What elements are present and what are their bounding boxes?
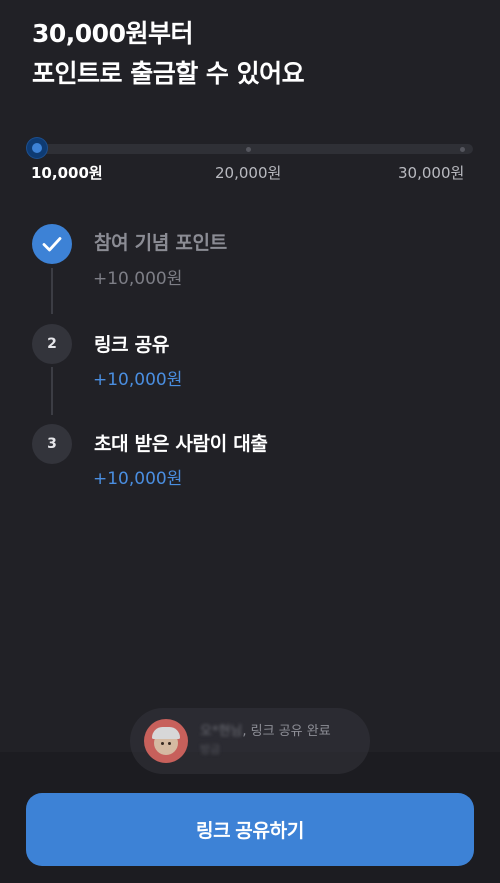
progress-knob (27, 138, 47, 158)
tick-label-30000: 30,000원 (398, 164, 465, 182)
step-1-title: 참여 기념 포인트 (94, 232, 227, 254)
page-title: 30,000원부터 포인트로 출금할 수 있어요 (32, 14, 305, 94)
tick-label-20000: 20,000원 (215, 164, 282, 182)
progress-dot-middle (246, 147, 251, 152)
avatar-eye-right (168, 742, 171, 745)
toast-message: , 링크 공유 완료 (242, 724, 331, 739)
step-2-amount: +10,000원 (93, 370, 183, 390)
step-1-marker (32, 224, 72, 264)
page: 30,000원부터 포인트로 출금할 수 있어요 10,000원 20,000원… (0, 0, 500, 883)
step-3-amount: +10,000원 (93, 469, 183, 489)
step-3-title: 초대 받은 사람이 대출 (94, 433, 268, 455)
step-connector-2 (51, 367, 53, 415)
step-2-marker: 2 (32, 324, 72, 364)
step-3-marker: 3 (32, 424, 72, 464)
toast-time: 방금 (200, 743, 221, 756)
share-toast: 오*현님, 링크 공유 완료 방금 (130, 708, 370, 774)
share-link-button[interactable]: 링크 공유하기 (26, 793, 474, 866)
tick-label-10000: 10,000원 (31, 164, 103, 182)
step-2-title: 링크 공유 (94, 334, 170, 356)
step-1-amount: +10,000원 (93, 269, 183, 289)
avatar-cap (152, 727, 180, 739)
avatar-eye-left (161, 742, 164, 745)
title-line-1: 30,000원부터 (32, 19, 193, 48)
progress-slider (27, 138, 473, 160)
progress-dot-end (460, 147, 465, 152)
step-connector-1 (51, 268, 53, 314)
title-line-2: 포인트로 출금할 수 있어요 (32, 59, 305, 88)
toast-text: 오*현님, 링크 공유 완료 방금 (200, 723, 331, 759)
check-icon (42, 237, 62, 252)
avatar (144, 719, 188, 763)
toast-user-name: 오*현님 (200, 724, 243, 739)
